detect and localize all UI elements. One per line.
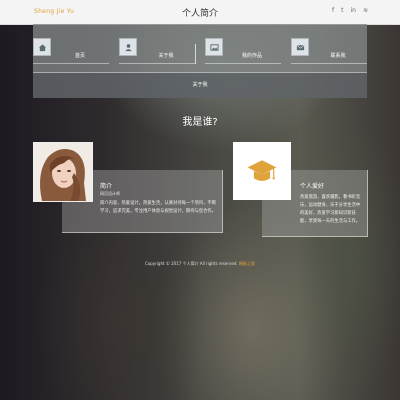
mail-icon <box>291 38 309 56</box>
interests-name: 个人爱好 <box>300 183 325 190</box>
image-icon <box>205 38 223 56</box>
profile-name: 简介 <box>100 183 113 190</box>
footer-link[interactable]: 模板之家 <box>239 261 255 266</box>
tab-about[interactable]: 关于我 <box>33 72 367 98</box>
nav-underline <box>291 63 367 64</box>
nav-item-works[interactable]: 我的作品 <box>205 38 281 64</box>
nav-underline <box>119 63 195 64</box>
home-icon <box>33 38 51 56</box>
profile-text: 简介内容，热爱设计，热爱生活，认真对待每一个项目，不断学习，追求完美，专注用户体… <box>100 201 217 214</box>
nav-label: 首页 <box>74 53 85 59</box>
profile-photo <box>33 142 93 202</box>
facebook-icon[interactable]: f <box>332 7 334 15</box>
section-title: 我是谁? <box>182 117 218 128</box>
user-icon <box>119 38 137 56</box>
nav-underline <box>205 63 281 64</box>
nav-item-contact[interactable]: 联系我 <box>291 38 367 64</box>
nav-item-about[interactable]: 关于我 <box>119 38 195 64</box>
nav-label: 联系我 <box>330 53 346 59</box>
twitter-icon[interactable]: t <box>341 7 343 15</box>
nav-label: 我的作品 <box>241 53 262 59</box>
nav-label: 关于我 <box>158 53 174 59</box>
interests-text: 热爱旅游，喜欢摄影，看书听音乐，运动健身，乐于分享生活中的美好，热爱学习新知识新… <box>300 195 361 224</box>
social-links: f t in ≋ <box>332 7 368 15</box>
nav-divider <box>195 44 196 64</box>
graduation-cap-icon <box>247 160 277 181</box>
nav-item-home[interactable]: 首页 <box>33 38 109 64</box>
rss-icon[interactable]: ≋ <box>363 7 368 15</box>
portrait-image <box>34 143 92 201</box>
linkedin-icon[interactable]: in <box>350 7 355 15</box>
profile-subtitle: 网页设计师 <box>100 191 120 196</box>
footer: Copyright © 2017 个人简介 All rights reserve… <box>0 261 400 267</box>
graduation-box <box>233 142 291 200</box>
main-nav: 首页 关于我 我的作品 联系我 <box>33 24 367 72</box>
top-bar: Sheng Jie Yu 个人简介 f t in ≋ <box>0 0 400 25</box>
nav-underline <box>33 63 109 64</box>
footer-copyright: Copyright © 2017 个人简介 All rights reserve… <box>145 261 238 266</box>
